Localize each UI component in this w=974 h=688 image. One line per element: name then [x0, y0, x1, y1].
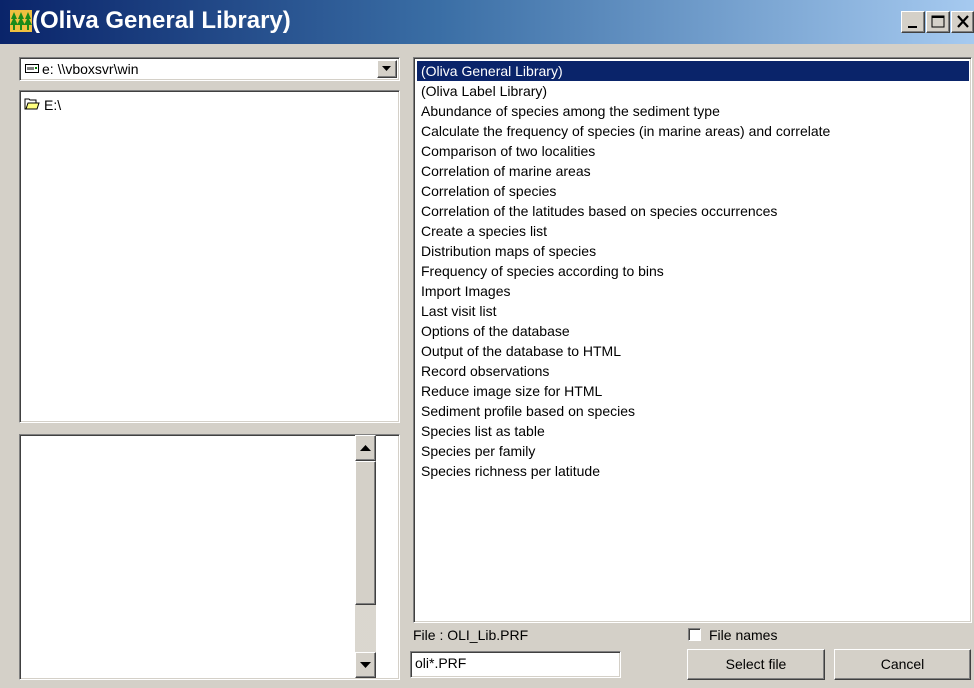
folder-list[interactable]: E:\ [19, 90, 400, 423]
cancel-label: Cancel [880, 656, 925, 672]
library-list-item[interactable]: Import Images [417, 281, 969, 301]
drive-select[interactable]: e: \\vboxsvr\win [19, 57, 400, 81]
library-list-item[interactable]: Abundance of species among the sediment … [417, 101, 969, 121]
drive-select-value: e: \\vboxsvr\win [42, 61, 139, 77]
close-icon [957, 15, 969, 28]
library-list[interactable]: (Oliva General Library) (Oliva Label Libr… [413, 57, 972, 623]
select-file-label: Select file [725, 656, 787, 672]
tree-icon [10, 10, 32, 32]
library-list-item[interactable]: Record observations [417, 361, 969, 381]
arrow-down-icon [360, 662, 371, 668]
library-list-items: (Oliva General Library) (Oliva Label Libr… [417, 61, 969, 481]
library-list-item[interactable]: Species richness per latitude [417, 461, 969, 481]
file-names-checkbox[interactable] [688, 628, 701, 641]
scroll-up-button[interactable] [355, 435, 376, 461]
minimize-button[interactable] [901, 11, 925, 33]
close-button[interactable] [951, 11, 974, 33]
select-file-button[interactable]: Select file [687, 649, 825, 680]
folder-label: E:\ [44, 97, 62, 113]
network-drive-icon [25, 64, 39, 73]
library-list-item[interactable]: Species list as table [417, 421, 969, 441]
library-list-item[interactable]: Calculate the frequency of species (in m… [417, 121, 969, 141]
file-names-label[interactable]: File names [709, 627, 777, 643]
drive-dropdown-button[interactable] [377, 60, 397, 78]
scroll-thumb[interactable] [355, 461, 376, 605]
library-list-item[interactable]: Species per family [417, 441, 969, 461]
library-list-item[interactable]: Comparison of two localities [417, 141, 969, 161]
library-list-item[interactable]: Correlation of the latitudes based on sp… [417, 201, 969, 221]
library-list-item[interactable]: Reduce image size for HTML [417, 381, 969, 401]
library-list-item[interactable]: (Oliva Label Library) [417, 81, 969, 101]
library-list-item[interactable]: Correlation of marine areas [417, 161, 969, 181]
title-bar[interactable]: (Oliva General Library) [0, 0, 974, 44]
filter-input[interactable]: oli*.PRF [410, 651, 621, 678]
library-list-item[interactable]: (Oliva General Library) [417, 61, 969, 81]
folder-item-e[interactable]: E:\ [24, 97, 61, 114]
library-list-item[interactable]: Options of the database [417, 321, 969, 341]
maximize-icon [931, 15, 945, 28]
library-list-item[interactable]: Sediment profile based on species [417, 401, 969, 421]
cancel-button[interactable]: Cancel [834, 649, 971, 680]
library-list-item[interactable]: Create a species list [417, 221, 969, 241]
scroll-down-button[interactable] [355, 652, 376, 678]
library-list-item[interactable]: Distribution maps of species [417, 241, 969, 261]
library-list-item[interactable]: Frequency of species according to bins [417, 261, 969, 281]
library-list-item[interactable]: Last visit list [417, 301, 969, 321]
open-folder-icon [24, 98, 40, 110]
file-list[interactable] [19, 434, 400, 680]
arrow-up-icon [360, 445, 371, 451]
filter-input-value: oli*.PRF [415, 655, 467, 671]
chevron-down-icon [382, 66, 391, 71]
library-list-item[interactable]: Output of the database to HTML [417, 341, 969, 361]
maximize-button[interactable] [926, 11, 950, 33]
file-label: File : OLI_Lib.PRF [413, 627, 529, 643]
library-list-item[interactable]: Correlation of species [417, 181, 969, 201]
window-title: (Oliva General Library) [32, 7, 291, 34]
minimize-icon [908, 26, 917, 28]
